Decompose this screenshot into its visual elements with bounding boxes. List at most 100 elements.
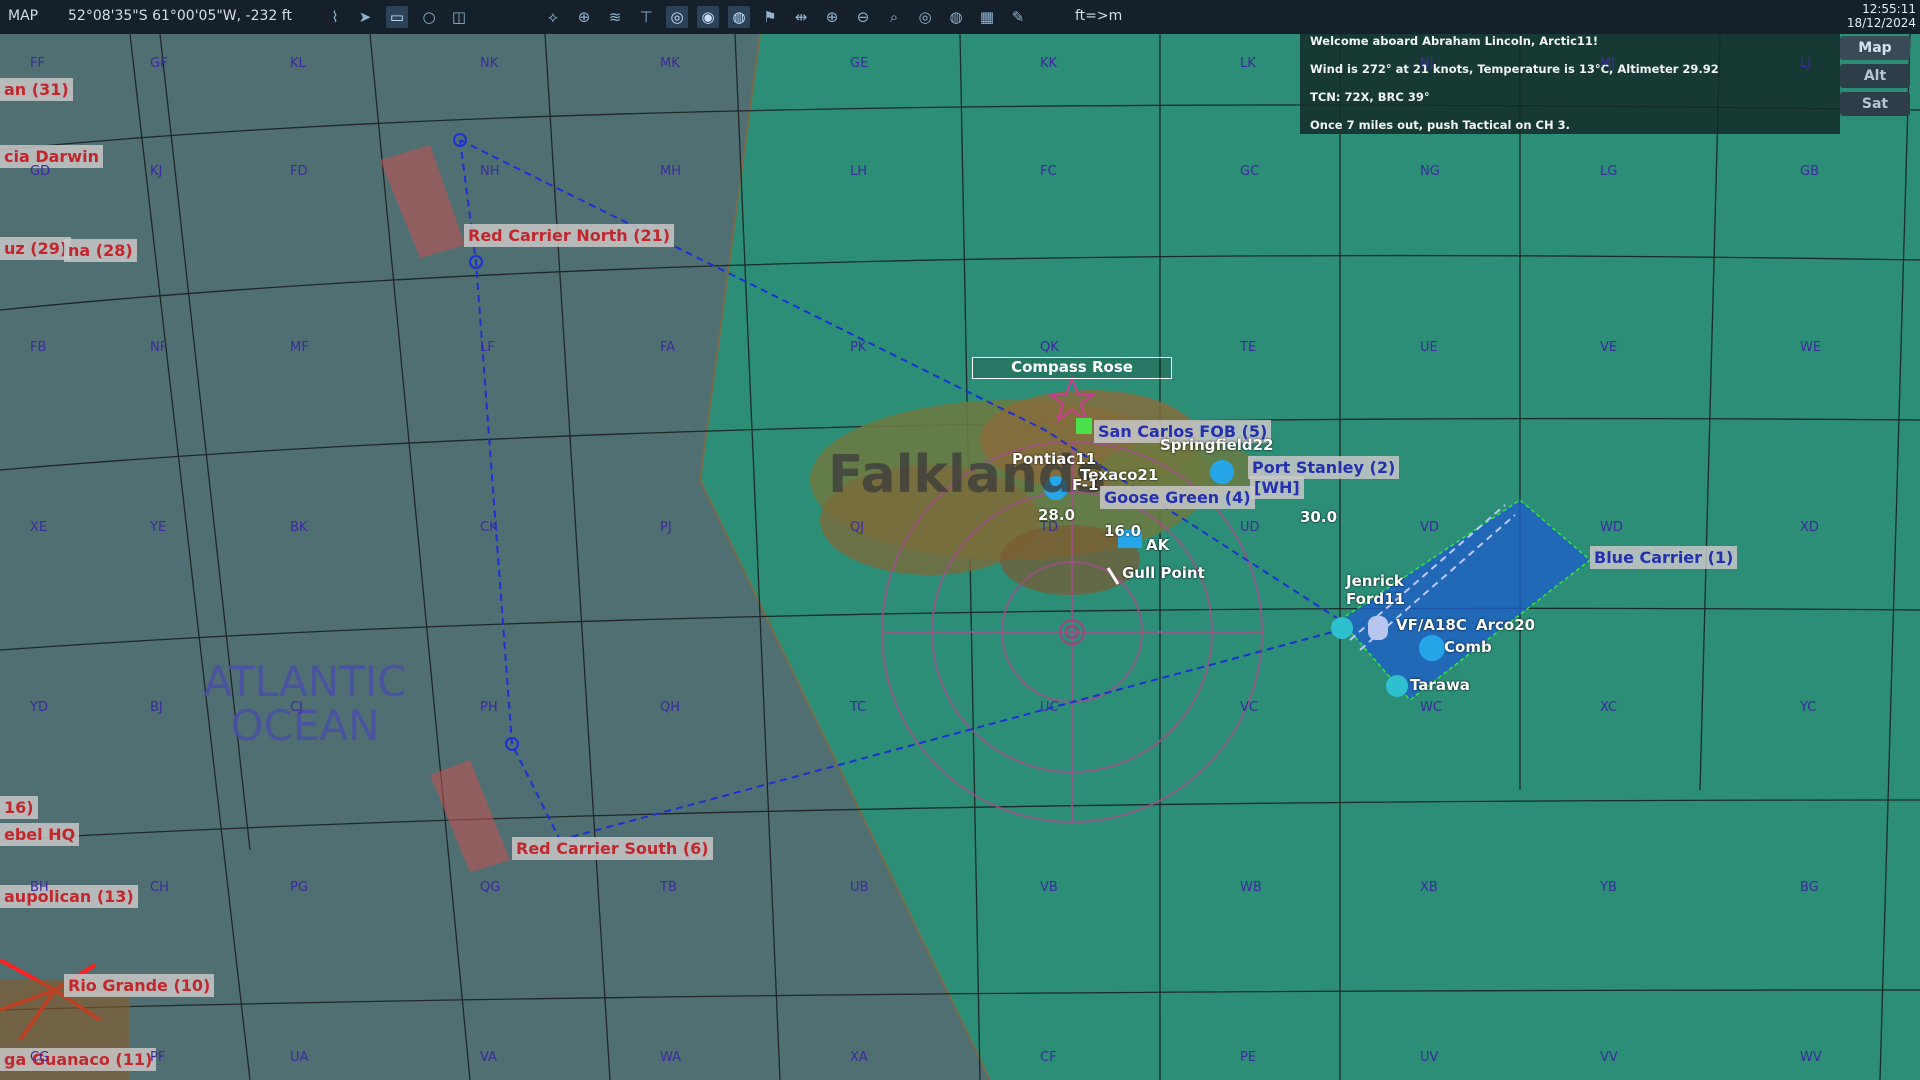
radar-icon[interactable]: ◎ [666,6,688,28]
unit-label[interactable]: Jenrick [1346,572,1404,590]
unit-label[interactable]: Ford11 [1346,590,1405,608]
unit-label[interactable]: Gull Point [1122,564,1205,582]
rio-grande-label[interactable]: Rio Grande (10) [64,974,215,997]
signal-icon[interactable]: ≋ [604,6,626,28]
grid-code: GB [1800,164,1819,179]
unit-label[interactable]: F-1 [1072,476,1098,494]
grid-code: MK [660,56,680,71]
map-title: MAP [8,8,39,24]
grid-code: GD [30,164,51,179]
message-line: Once 7 miles out, push Tactical on CH 3. [1310,118,1570,132]
grid-code: MH [660,164,681,179]
red-carrier-south-label[interactable]: Red Carrier South (6) [512,837,713,860]
grid-code: LH [850,164,868,179]
grid-code: KJ [150,164,163,179]
grid-code: WD [1600,520,1623,535]
red-base-label[interactable]: 16) [0,796,38,819]
grid-code: VA [480,1050,497,1065]
grid-code: TD [1040,520,1058,535]
grid-code: VE [1600,340,1618,355]
grid-code: VB [1040,880,1058,895]
unit-label[interactable]: AK [1146,536,1169,554]
grid-code: PK [850,340,867,355]
grid-code: UE [1420,340,1438,355]
grid-code: PG [290,880,308,895]
map-type-sat-button[interactable]: Sat [1840,92,1910,116]
zoom-fit-icon[interactable]: ⌕ [883,6,905,28]
port-stanley-tag[interactable]: [WH] [1250,476,1304,499]
awacs-icon[interactable]: ◉ [697,6,719,28]
grid-code: CK [480,520,498,535]
bullseye-icon[interactable]: ◎ [914,6,936,28]
red-base-label[interactable]: an (31) [0,78,73,101]
unit-label[interactable]: Comb [1444,638,1492,656]
red-base-label[interactable]: na (28) [64,239,137,262]
grid-code: PF [150,1050,166,1065]
grid-code: QK [1040,340,1059,355]
red-base-label[interactable]: uz (29) [0,237,72,260]
flag-icon[interactable]: ⚑ [759,6,781,28]
grid-code: NH [480,164,500,179]
red-base-label[interactable]: ebel HQ [0,823,80,846]
grid-code: XC [1600,700,1618,715]
clock-time: 12:55:11 [1862,2,1916,16]
unit-label[interactable]: Tarawa [1410,676,1470,694]
unit-label[interactable]: 16.0 [1104,522,1141,540]
blue-carrier-label[interactable]: Blue Carrier (1) [1590,546,1738,569]
layers-icon[interactable]: ◫ [448,6,470,28]
waypoint-icon[interactable]: ⟡ [542,6,564,28]
grid-code: CF [1040,1050,1057,1065]
grid-code: FA [660,340,676,355]
units-toggle[interactable]: ft=>m [1075,8,1122,24]
message-line: Welcome aboard Abraham Lincoln, Arctic11… [1310,34,1599,48]
split-icon[interactable]: ⇹ [790,6,812,28]
grid-code: CG [30,1050,50,1065]
grid-code: TC [850,700,867,715]
grid-code: WA [660,1050,682,1065]
grid-code: PJ [660,520,672,535]
grid-code: NK [480,56,499,71]
grid-code: UC [1040,700,1059,715]
circle-icon[interactable]: ○ [418,6,440,28]
grid-icon[interactable]: ▦ [976,6,998,28]
message-panel: Welcome aboard Abraham Lincoln, Arctic11… [1300,34,1840,134]
grid-code: FD [290,164,308,179]
grid-code: YD [30,700,48,715]
globe-icon[interactable]: ◍ [945,6,967,28]
red-base-label[interactable]: cia Darwin [0,145,103,168]
unit-label[interactable]: 30.0 [1300,508,1337,526]
message-line: TCN: 72X, BRC 39° [1310,90,1430,104]
message-line: Wind is 272° at 21 knots, Temperature is… [1310,62,1719,76]
unit-label[interactable]: Springfield22 [1160,436,1274,454]
grid-code: YB [1600,880,1617,895]
grid-code: NG [1420,164,1440,179]
grid-code: TE [1240,340,1257,355]
grid-code: PH [480,700,498,715]
grid-code: WB [1240,880,1262,895]
map-type-alt-button[interactable]: Alt [1840,64,1910,88]
awacs-alt-icon[interactable]: ◍ [728,6,750,28]
red-base-label[interactable]: ga Guanaco (11) [0,1048,157,1071]
zoom-in-icon[interactable]: ⊕ [821,6,843,28]
top-toolbar: MAP 52°08'35"S 61°00'05"W, -232 ft ⌇ ➤ ▭… [0,0,1920,34]
unit-label[interactable]: VF/A18C [1396,616,1467,634]
ruler-icon[interactable]: ▭ [386,6,408,28]
goose-green-label[interactable]: Goose Green (4) [1100,486,1255,509]
clock: 12:55:11 18/12/2024 [1847,2,1916,30]
tower-icon[interactable]: ⊤ [635,6,657,28]
red-base-label[interactable]: aupolican (13) [0,885,138,908]
grid-code: UD [1240,520,1260,535]
tactical-map[interactable] [0,0,1920,1080]
pen-icon[interactable]: ✎ [1007,6,1029,28]
target-icon[interactable]: ⊕ [573,6,595,28]
grid-code: UV [1420,1050,1439,1065]
map-type-map-button[interactable]: Map [1840,36,1910,60]
navigate-icon[interactable]: ➤ [354,6,376,28]
unit-label[interactable]: Arco20 [1476,616,1535,634]
cursor-coordinates: 52°08'35"S 61°00'05"W, -232 ft [68,8,292,24]
grid-code: FB [30,340,47,355]
red-carrier-north-label[interactable]: Red Carrier North (21) [464,224,675,247]
zoom-out-icon[interactable]: ⊖ [852,6,874,28]
grid-code: BG [1800,880,1819,895]
route-icon[interactable]: ⌇ [324,6,346,28]
